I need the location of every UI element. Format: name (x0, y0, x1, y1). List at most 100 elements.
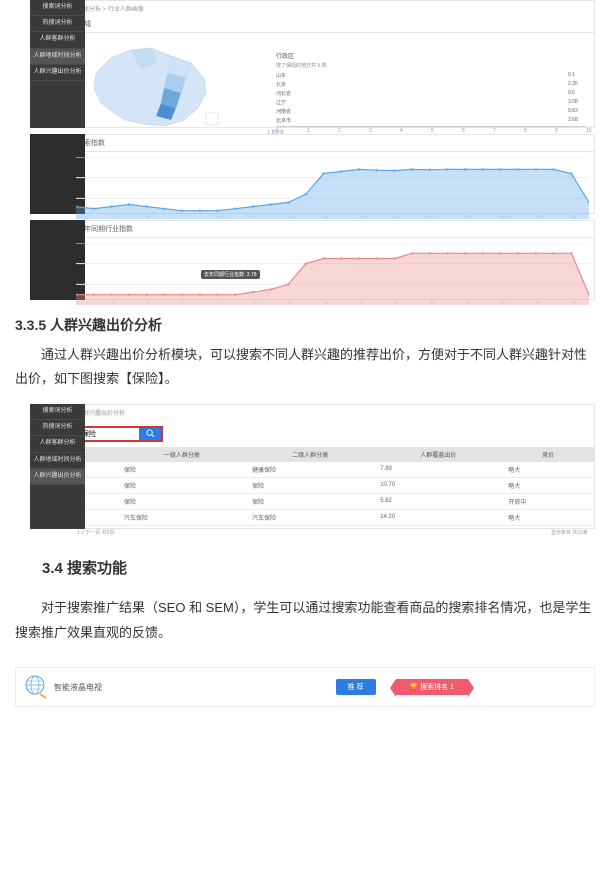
table-cell: 略大 (502, 477, 594, 493)
table-cell: 7.89 (374, 462, 502, 478)
svg-text:15: 15 (324, 300, 329, 305)
bar-row: 河南省 9.83 (276, 107, 586, 115)
pager[interactable]: 1 2 下一页 共2页 显示条目 共15条 (71, 526, 594, 539)
search-result-row: 智能液晶电视 推 荐 🏆 搜索排名 1 (15, 667, 595, 707)
pager-right: 显示条目 共15条 (551, 529, 588, 536)
table-cell: 开放中 (502, 493, 594, 509)
table-cell: 汽车保险 (246, 509, 374, 525)
svg-text:23: 23 (465, 214, 470, 219)
svg-text:29: 29 (571, 214, 576, 219)
table-row: 3保险保险5.62开放中 (71, 493, 594, 509)
table-cell: 略大 (502, 462, 594, 478)
bar-value: 3.68 (568, 117, 586, 123)
svg-text:29: 29 (571, 300, 576, 305)
bar-label: 辽宁 (276, 99, 296, 106)
table-header: 人群覆盖出价 (374, 447, 502, 462)
search-index-chart: 1357911131517192123252729 (76, 157, 589, 219)
para-335: 通过人群兴趣出价分析模块，可以搜索不同人群兴趣的推荐出价，方便对于不同人群兴趣针… (15, 343, 595, 392)
bar-row: 山东 9.1 (276, 71, 586, 79)
chart-tooltip: 去年同期行业指数: 3.78 (201, 270, 260, 279)
breadcrumb: 数据分析 > 行业人群画像 (71, 1, 594, 16)
table-cell: 汽车保险 (118, 509, 246, 525)
bar-row: 北京 2.35 (276, 80, 586, 88)
svg-text:17: 17 (359, 214, 364, 219)
para-34: 对于搜索推广结果（SEO 和 SEM），学生可以通过搜索功能查看商品的搜索排名情… (15, 596, 595, 645)
product-name: 智能液晶电视 (54, 682, 336, 693)
bar-row: 河北省 9.6 (276, 89, 586, 97)
rank-badge: 🏆 搜索排名 1 (396, 679, 469, 695)
svg-text:19: 19 (394, 300, 399, 305)
chart-title: 搜索指数 (71, 135, 594, 152)
sidebar-item[interactable]: 热搜词分析 (30, 420, 85, 436)
pager-left[interactable]: 1 2 下一页 共2页 (77, 529, 115, 536)
svg-text:27: 27 (536, 214, 541, 219)
svg-text:13: 13 (288, 300, 293, 305)
sidebar-item[interactable]: 搜索词分析 (30, 404, 85, 420)
sidebar: 搜索词分析 热搜词分析 人群客群分析 人群地域时间分析 人群兴趣出价分析 (30, 404, 85, 529)
search-input[interactable] (79, 428, 139, 440)
table-cell: 保险 (118, 493, 246, 509)
svg-text:25: 25 (501, 300, 506, 305)
sidebar-item[interactable]: 热搜词分析 (30, 16, 85, 32)
table-header: 二级人群分类 (246, 447, 374, 462)
bar-row: 北京市 3.68 (276, 116, 586, 124)
bar-label: 山东 (276, 72, 296, 79)
breadcrumb: 人群兴趣出价分析 (71, 405, 594, 420)
last-year-index-chart: 1357911131517192123252729 (76, 243, 589, 305)
table-header: 竞价 (502, 447, 594, 462)
bar-value: 9.83 (568, 108, 586, 114)
search-box (77, 426, 163, 442)
bar-label: 北京 (276, 81, 296, 88)
table-row: 1保险健康保险7.89略大 (71, 462, 594, 478)
svg-text:21: 21 (430, 214, 435, 219)
svg-text:11: 11 (253, 300, 258, 305)
sidebar-item[interactable]: 搜索词分析 (30, 0, 85, 16)
svg-text:25: 25 (501, 214, 506, 219)
sidebar-item[interactable]: 人群地域时间分析 (30, 453, 85, 469)
bar-value: 9.6 (568, 90, 586, 96)
globe-icon (22, 674, 48, 700)
bar-value: 2.35 (568, 81, 586, 87)
chart-title: 去年同期行业指数 (71, 221, 594, 238)
bar-row: 辽宁 3.08 (276, 98, 586, 106)
china-map (76, 38, 226, 133)
table-cell: 略大 (502, 509, 594, 525)
svg-text:15: 15 (324, 214, 329, 219)
bars-title: 行政区 (276, 51, 586, 60)
sidebar-item[interactable]: 人群兴趣出价分析 (30, 469, 85, 485)
tab-region[interactable]: 地域 (71, 16, 594, 33)
svg-text:19: 19 (394, 214, 399, 219)
svg-text:23: 23 (465, 300, 470, 305)
table-row: 2保险保险10.70略大 (71, 477, 594, 493)
table-cell: 10.70 (374, 477, 502, 493)
search-icon (146, 429, 155, 438)
bar-label: 河北省 (276, 90, 296, 97)
table-cell: 5.62 (374, 493, 502, 509)
bars-axis: 012345678910 (276, 126, 586, 134)
svg-text:17: 17 (359, 300, 364, 305)
svg-text:11: 11 (253, 214, 258, 219)
bar-value: 3.08 (568, 99, 586, 105)
svg-text:21: 21 (430, 300, 435, 305)
table-header: 一级人群分类 (118, 447, 246, 462)
bars-subtitle: 搜了保险的地方共 5 类 (276, 62, 586, 69)
table-cell: 保险 (246, 493, 374, 509)
recommend-badge[interactable]: 推 荐 (336, 679, 376, 695)
sidebar-item[interactable]: 人群客群分析 (30, 436, 85, 452)
search-button[interactable] (139, 428, 161, 440)
bid-table: 一级人群分类二级人群分类人群覆盖出价竞价 1保险健康保险7.89略大2保险保险1… (71, 447, 594, 526)
table-row: 4汽车保险汽车保险14.20略大 (71, 509, 594, 525)
table-cell: 保险 (118, 462, 246, 478)
bar-label: 河南省 (276, 108, 296, 115)
heading-335: 3.3.5 人群兴趣出价分析 (15, 312, 595, 339)
table-cell: 保险 (118, 477, 246, 493)
table-cell: 健康保险 (246, 462, 374, 478)
heading-34: 3.4 搜索功能 (42, 557, 595, 578)
bar-label: 北京市 (276, 117, 296, 124)
svg-text:27: 27 (536, 300, 541, 305)
bar-value: 9.1 (568, 72, 586, 78)
table-cell: 14.20 (374, 509, 502, 525)
region-bars: 行政区 搜了保险的地方共 5 类 山东 9.1 北京 2.35 河北省 9.6 辽宁 3.08… (276, 51, 586, 134)
svg-text:13: 13 (288, 214, 293, 219)
table-cell: 保险 (246, 477, 374, 493)
